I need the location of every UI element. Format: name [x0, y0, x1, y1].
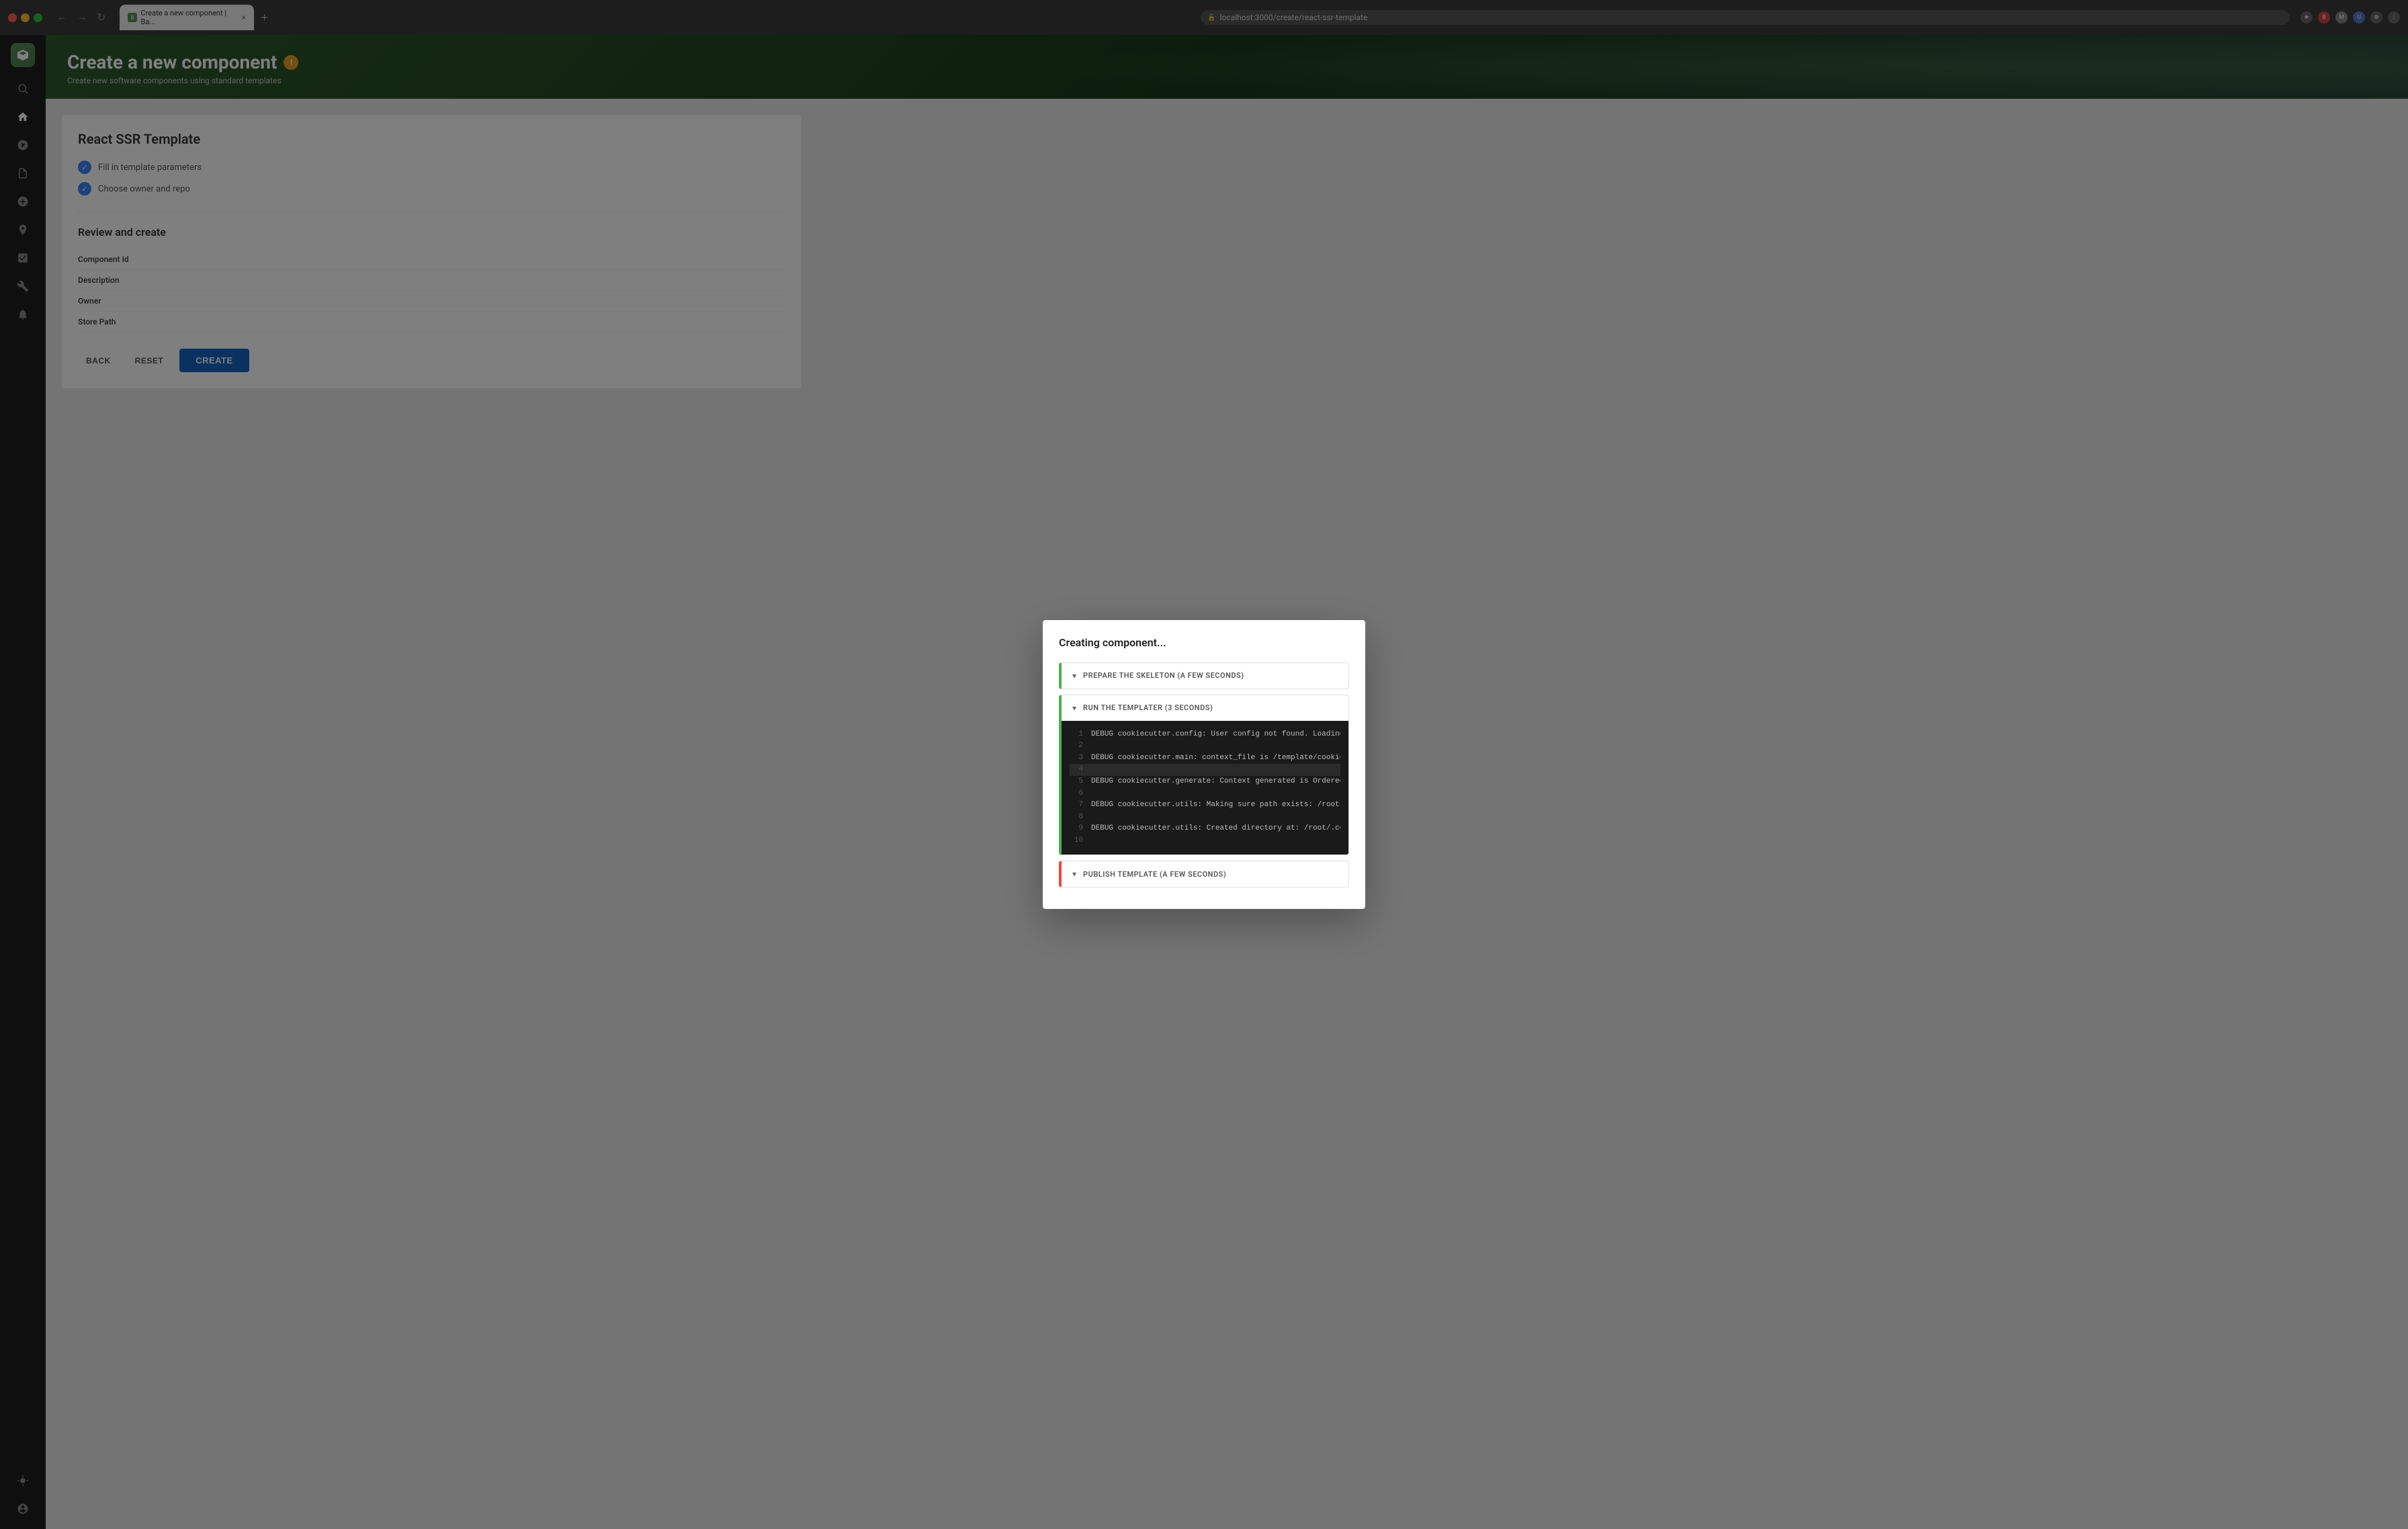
line-content: DEBUG cookiecutter.config: User config n… [1091, 729, 1340, 741]
main-content: Create a new component ! Create new soft… [46, 35, 2408, 1529]
line-number: 6 [1070, 788, 1083, 800]
terminal-line: 6 [1070, 788, 1340, 800]
terminal-line: 3 DEBUG cookiecutter.main: context_file i… [1070, 752, 1340, 764]
accordion-item-templater: ▾ RUN THE TEMPLATER (3 SECONDS) 1 DEBUG c… [1059, 695, 1349, 856]
line-number: 9 [1070, 823, 1083, 835]
accordion-header-publish[interactable]: ▾ PUBLISH TEMPLATE (A FEW SECONDS) [1062, 861, 1348, 887]
modal-title: Creating component... [1059, 636, 1349, 649]
accordion-label-publish: PUBLISH TEMPLATE (A FEW SECONDS) [1083, 870, 1226, 879]
accordion-header-skeleton[interactable]: ▾ PREPARE THE SKELETON (A FEW SECONDS) [1062, 663, 1348, 689]
app-layout: Create a new component ! Create new soft… [0, 35, 2408, 1529]
terminal-line: 7 DEBUG cookiecutter.utils: Making sure p… [1070, 799, 1340, 812]
line-number: 1 [1070, 729, 1083, 741]
terminal-line: 5 DEBUG cookiecutter.generate: Context ge… [1070, 776, 1340, 788]
terminal-line: 10 [1070, 835, 1340, 847]
line-number: 7 [1070, 799, 1083, 812]
chevron-down-icon-2: ▾ [1072, 703, 1076, 713]
line-number: 5 [1070, 776, 1083, 788]
accordion-label-templater: RUN THE TEMPLATER (3 SECONDS) [1083, 703, 1213, 712]
creating-component-modal: Creating component... ▾ PREPARE THE SKEL… [1043, 620, 1365, 910]
line-number: 2 [1070, 740, 1083, 752]
terminal-line: 8 [1070, 812, 1340, 824]
accordion-item-publish: ▾ PUBLISH TEMPLATE (A FEW SECONDS) [1059, 861, 1349, 887]
line-content: DEBUG cookiecutter.generate: Context gen… [1091, 776, 1340, 788]
line-number: 4 [1070, 764, 1083, 776]
terminal-output: 1 DEBUG cookiecutter.config: User config … [1062, 721, 1348, 855]
chevron-down-icon-1: ▾ [1072, 671, 1076, 681]
terminal-line: 1 DEBUG cookiecutter.config: User config … [1070, 729, 1340, 741]
accordion-header-templater[interactable]: ▾ RUN THE TEMPLATER (3 SECONDS) [1062, 695, 1348, 721]
line-number: 10 [1070, 835, 1083, 847]
line-content: DEBUG cookiecutter.utils: Created direct… [1091, 823, 1340, 835]
content-area: React SSR Template ✓ Fill in template pa… [46, 99, 2408, 1529]
terminal-line: 2 [1070, 740, 1340, 752]
accordion-item-skeleton: ▾ PREPARE THE SKELETON (A FEW SECONDS) [1059, 662, 1349, 689]
line-content: DEBUG cookiecutter.utils: Making sure pa… [1091, 799, 1340, 812]
chevron-down-icon-3: ▾ [1072, 869, 1076, 879]
accordion-label-skeleton: PREPARE THE SKELETON (A FEW SECONDS) [1083, 671, 1244, 680]
terminal-line: 9 DEBUG cookiecutter.utils: Created direc… [1070, 823, 1340, 835]
line-number: 8 [1070, 812, 1083, 824]
line-number: 3 [1070, 752, 1083, 764]
line-content: DEBUG cookiecutter.main: context_file is… [1091, 752, 1340, 764]
modal-overlay: Creating component... ▾ PREPARE THE SKEL… [46, 99, 2408, 1529]
terminal-line: 4 [1070, 764, 1340, 776]
